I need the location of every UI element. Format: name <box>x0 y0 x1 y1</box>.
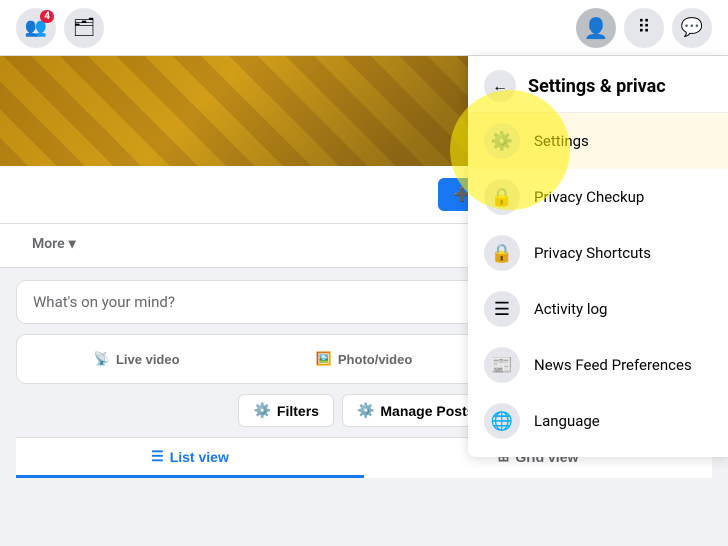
privacy-shortcuts-icon: 🔒 <box>484 235 520 271</box>
language-item[interactable]: 🌐 Language <box>468 393 728 449</box>
top-nav: 👥 4 🗂 👤 ⠿ 💬 <box>0 0 728 56</box>
settings-icon: ⚙️ <box>484 123 520 159</box>
language-icon: 🌐 <box>484 403 520 439</box>
nav-right: 👤 ⠿ 💬 <box>576 8 712 48</box>
privacy-checkup-icon: 🔒 <box>484 179 520 215</box>
settings-item[interactable]: ⚙️ Settings <box>468 113 728 169</box>
notification-badge: 4 <box>40 10 54 23</box>
dropdown-title: Settings & privac <box>528 76 666 97</box>
sliders-icon: ⚙️ <box>253 402 270 419</box>
chevron-down-icon: ▾ <box>69 236 76 252</box>
messenger-icon[interactable]: 💬 <box>672 8 712 48</box>
photo-video-button[interactable]: 🖼️ Photo/video <box>252 343 475 375</box>
activity-log-icon: ☰ <box>484 291 520 327</box>
news-feed-preferences-item[interactable]: 📰 News Feed Preferences <box>468 337 728 393</box>
dropdown-header: ← Settings & privac <box>468 56 728 113</box>
news-feed-icon: 📰 <box>484 347 520 383</box>
notifications-icon[interactable]: 👥 4 <box>16 8 56 48</box>
gear-icon: ⚙️ <box>357 402 374 419</box>
list-view-button[interactable]: ☰ List view <box>16 438 364 478</box>
nav-left: 👥 4 🗂 <box>16 8 104 48</box>
settings-dropdown: ← Settings & privac ⚙️ Settings 🔒 Privac… <box>468 56 728 457</box>
avatar-blurred[interactable]: 👤 <box>576 8 616 48</box>
privacy-shortcuts-item[interactable]: 🔒 Privacy Shortcuts <box>468 225 728 281</box>
list-icon: ☰ <box>151 448 164 465</box>
filters-button[interactable]: ⚙️ Filters <box>238 394 333 427</box>
dropdown-back-button[interactable]: ← <box>484 70 516 102</box>
live-icon: 📡 <box>94 351 110 367</box>
activity-log-item[interactable]: ☰ Activity log <box>468 281 728 337</box>
privacy-checkup-item[interactable]: 🔒 Privacy Checkup <box>468 169 728 225</box>
menu-icon[interactable]: 🗂 <box>64 8 104 48</box>
apps-icon[interactable]: ⠿ <box>624 8 664 48</box>
tab-more[interactable]: More ▾ <box>16 224 92 267</box>
photo-icon: 🖼️ <box>316 351 332 367</box>
live-video-button[interactable]: 📡 Live video <box>25 343 248 375</box>
